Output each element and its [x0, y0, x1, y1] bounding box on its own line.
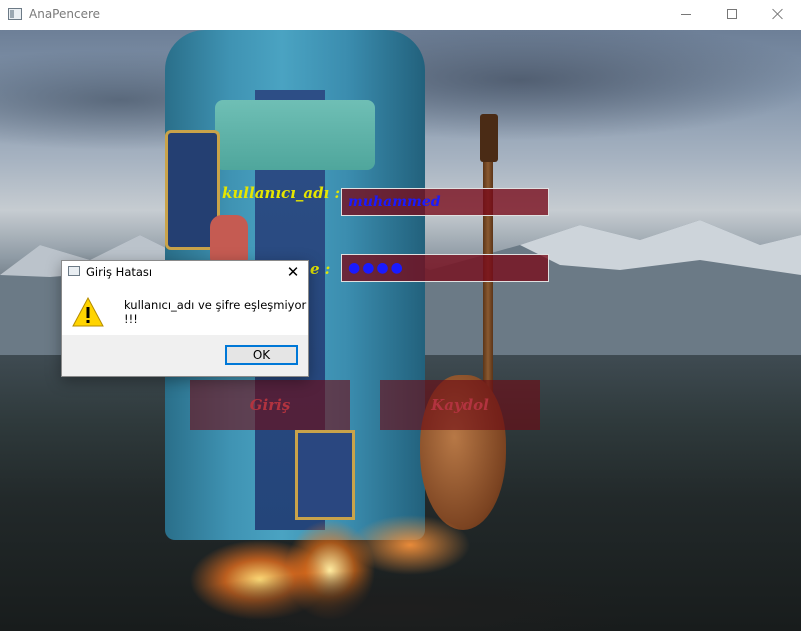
- dialog-footer: OK: [62, 335, 308, 376]
- app-icon: [8, 8, 22, 20]
- dialog-body: kullanıcı_adı ve şifre eşleşmiyor !!!: [62, 283, 308, 335]
- username-input[interactable]: muhammed: [341, 188, 549, 216]
- window-title: AnaPencere: [29, 7, 100, 21]
- warning-icon: [72, 297, 104, 327]
- minimize-icon: [681, 14, 691, 15]
- password-input[interactable]: ●●●●: [341, 254, 549, 282]
- instrument-head: [480, 114, 498, 162]
- password-label: e :: [310, 260, 331, 278]
- dialog-titlebar[interactable]: Giriş Hatası ✕: [62, 261, 308, 283]
- dialog-message: kullanıcı_adı ve şifre eşleşmiyor !!!: [124, 298, 307, 326]
- robe-trim-hem: [295, 430, 355, 520]
- login-error-dialog: Giriş Hatası ✕ kullanıcı_adı ve şifre eş…: [61, 260, 309, 377]
- window-titlebar[interactable]: AnaPencere: [0, 0, 801, 30]
- dialog-title: Giriş Hatası: [86, 265, 153, 279]
- login-button[interactable]: Giriş: [190, 380, 350, 430]
- dialog-close-button[interactable]: ✕: [284, 263, 302, 281]
- background-logs: [140, 550, 660, 631]
- maximize-button[interactable]: [709, 0, 755, 30]
- robe-sash: [215, 100, 375, 170]
- dialog-app-icon: [68, 266, 80, 276]
- register-button[interactable]: Kaydol: [380, 380, 540, 430]
- minimize-button[interactable]: [663, 0, 709, 30]
- maximize-icon: [727, 9, 737, 19]
- username-label: kullanıcı_adı :: [222, 184, 341, 202]
- close-button[interactable]: [755, 0, 801, 30]
- ok-button[interactable]: OK: [225, 345, 298, 365]
